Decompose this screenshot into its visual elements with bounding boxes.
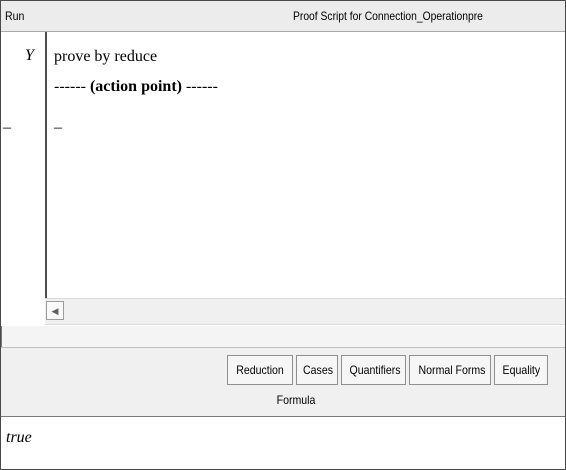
gutter-executed-marker: Y [25,47,34,64]
proof-script-window: Run Proof Script for Connection_Operatio… [0,0,566,470]
status-strip [1,326,565,348]
action-point-label: (action point) [89,78,182,95]
action-point-prefix: ------ [54,78,90,95]
action-point-suffix: ------ [181,78,218,95]
scroll-left-arrow-icon[interactable]: ◀ [46,301,64,320]
result-value: true [6,429,32,446]
tab-equality[interactable]: Equality [494,355,548,385]
window-title: Proof Script for Connection_Operationpre [293,9,483,23]
line-gutter: Y – [1,32,47,298]
gutter-dash-marker: – [3,119,11,136]
header-bar: Run Proof Script for Connection_Operatio… [1,1,565,32]
result-pane: true [1,417,565,469]
tab-equality-label: Equality [502,363,540,377]
run-menu[interactable]: Run [5,1,24,31]
formula-label-text: Formula [276,393,316,407]
proof-script-editor[interactable]: prove by reduce ------ (action point) --… [47,32,565,298]
tab-reduction[interactable]: Reduction [227,355,293,385]
formula-section-label: Formula [1,393,565,407]
tab-cases-label: Cases [303,363,333,377]
tab-normal-forms[interactable]: Normal Forms [409,355,491,385]
tab-normal-forms-label: Normal Forms [418,363,486,377]
tab-quantifiers-label: Quantifiers [349,363,401,377]
script-line-prove: prove by reduce [54,48,158,65]
status-strip-edge [1,326,2,347]
tab-quantifiers[interactable]: Quantifiers [341,355,406,385]
horizontal-scrollbar[interactable]: ◀ [45,298,565,325]
tab-reduction-label: Reduction [236,363,284,377]
tab-cases[interactable]: Cases [296,355,338,385]
formula-toolbar: Reduction Cases Quantifiers Normal Forms… [1,348,565,417]
script-line-action-point: ------ (action point) ------ [54,78,218,96]
script-line-dash: – [54,119,62,136]
